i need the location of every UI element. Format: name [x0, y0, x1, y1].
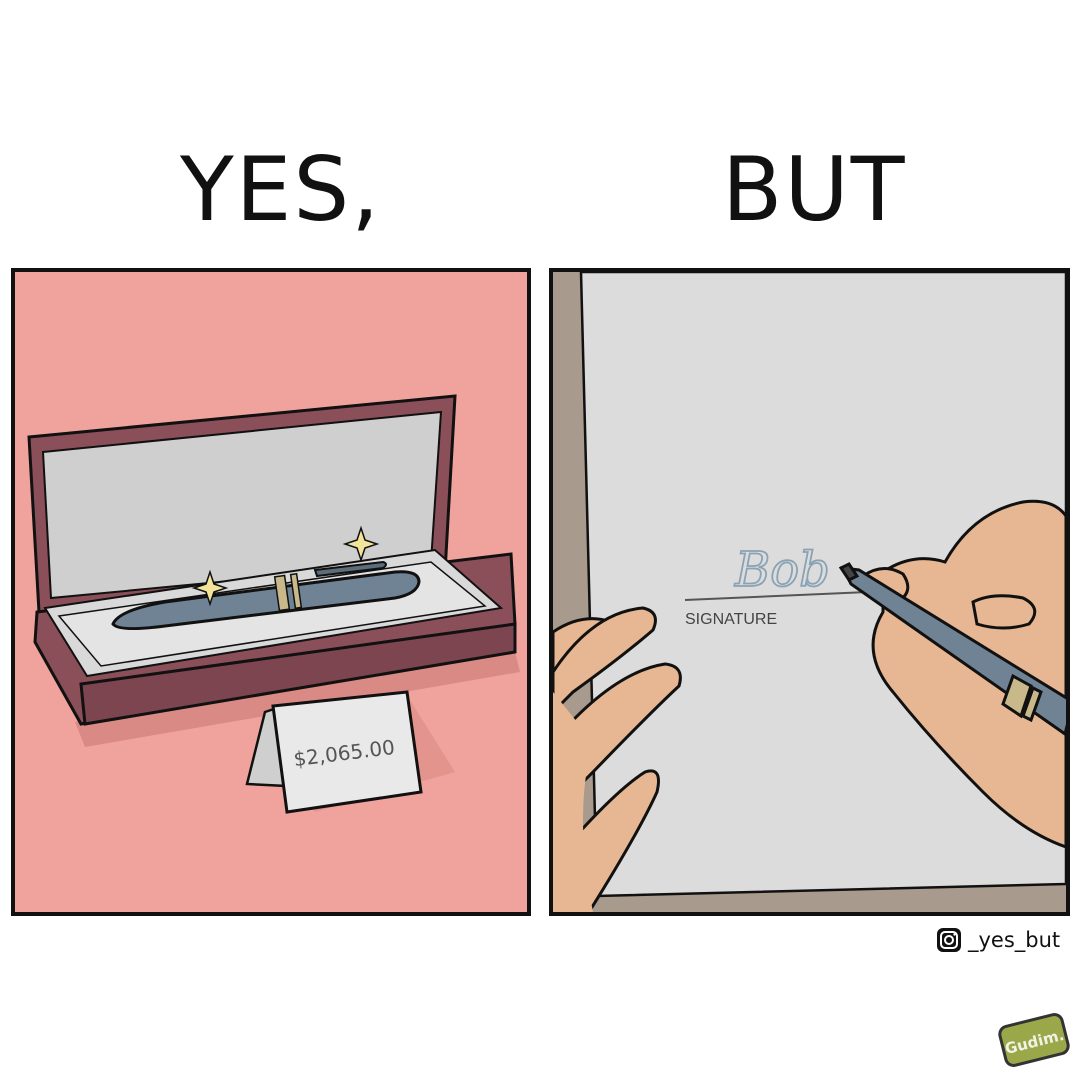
panel-signing: SIGNATURE Bob: [549, 268, 1070, 916]
thumb: [971, 594, 1037, 630]
instagram-handle: _yes_but: [968, 928, 1061, 952]
headline-but: BUT: [722, 138, 907, 241]
price-tag: $2,065.00: [245, 690, 455, 814]
handwritten-signature: Bob: [734, 542, 830, 598]
pen-case-illustration: $2,065.00: [27, 394, 520, 814]
instagram-icon: [937, 928, 961, 952]
signature-label: SIGNATURE: [685, 611, 777, 628]
signing-illustration: SIGNATURE Bob: [553, 272, 1066, 912]
gudim-badge: Gudim.: [998, 1013, 1070, 1067]
instagram-credit[interactable]: _yes_but: [936, 926, 1060, 954]
headline-yes: YES,: [180, 138, 382, 241]
panel-pen-in-case: $2,065.00: [11, 268, 531, 916]
